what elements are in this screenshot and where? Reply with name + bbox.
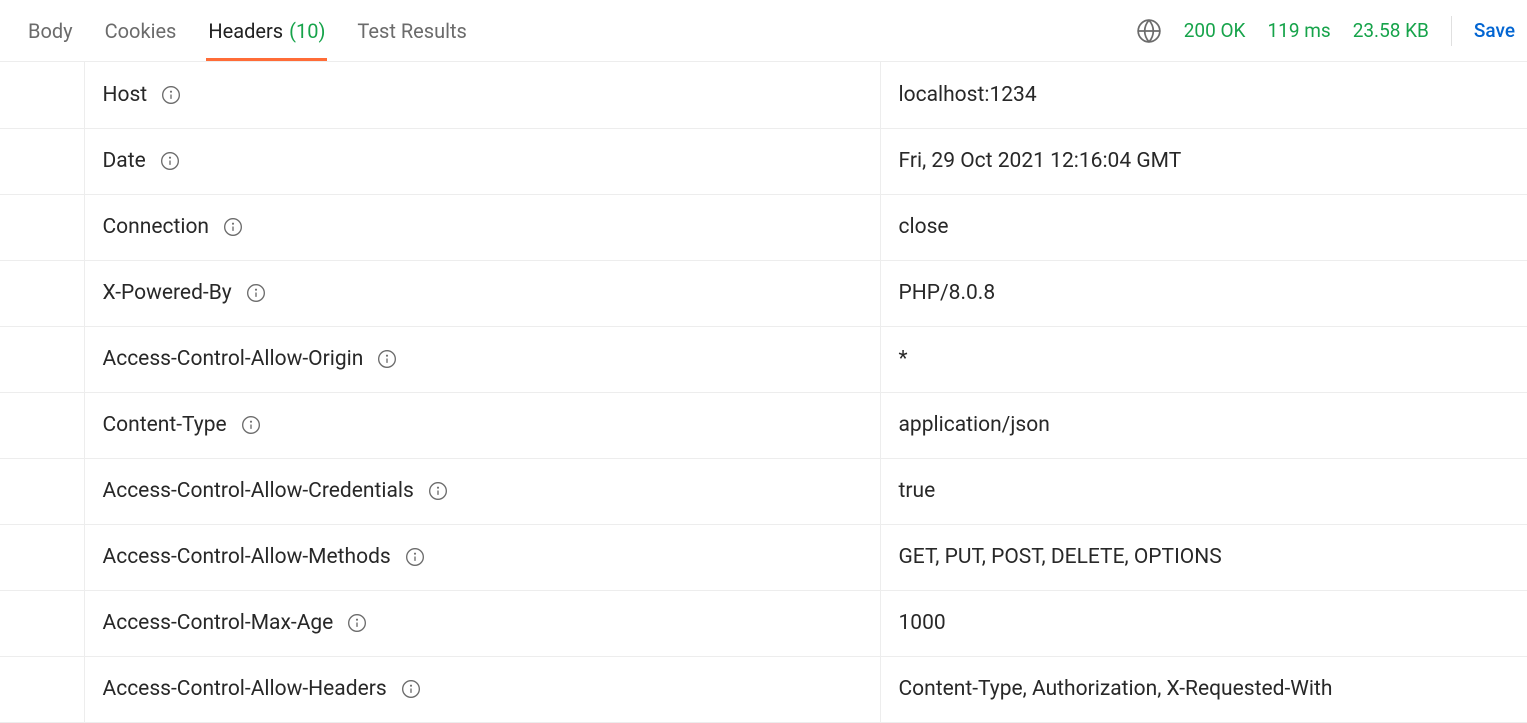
header-name-cell: Host bbox=[84, 62, 880, 128]
header-value: * bbox=[899, 347, 908, 371]
header-name: Access-Control-Allow-Methods bbox=[103, 545, 391, 569]
row-spacer bbox=[0, 458, 84, 524]
header-name-cell: Access-Control-Allow-Credentials bbox=[84, 458, 880, 524]
row-spacer bbox=[0, 590, 84, 656]
header-value-cell: localhost:1234 bbox=[880, 62, 1527, 128]
header-value-cell: Content-Type, Authorization, X-Requested… bbox=[880, 656, 1527, 722]
table-row: Access-Control-Allow-Methods GET, PUT, PO… bbox=[0, 524, 1527, 590]
row-spacer bbox=[0, 524, 84, 590]
header-name-cell: Access-Control-Allow-Headers bbox=[84, 656, 880, 722]
header-name-cell: Access-Control-Max-Age bbox=[84, 590, 880, 656]
table-row: Access-Control-Max-Age 1000 bbox=[0, 590, 1527, 656]
header-name: Content-Type bbox=[103, 413, 227, 437]
header-value-cell: 1000 bbox=[880, 590, 1527, 656]
row-spacer bbox=[0, 62, 84, 128]
row-spacer bbox=[0, 392, 84, 458]
header-name-cell: Access-Control-Allow-Origin bbox=[84, 326, 880, 392]
row-spacer bbox=[0, 128, 84, 194]
status-divider bbox=[1451, 16, 1452, 46]
header-value: PHP/8.0.8 bbox=[899, 281, 996, 305]
header-value: true bbox=[899, 479, 936, 503]
header-name: Access-Control-Allow-Headers bbox=[103, 677, 387, 701]
header-name: Host bbox=[103, 83, 148, 107]
info-icon[interactable] bbox=[160, 151, 180, 171]
tab-test-results[interactable]: Test Results bbox=[341, 0, 482, 61]
tab-headers-label: Headers bbox=[208, 19, 283, 43]
header-value-cell: close bbox=[880, 194, 1527, 260]
header-name-cell: X-Powered-By bbox=[84, 260, 880, 326]
info-icon[interactable] bbox=[161, 85, 181, 105]
header-name: Date bbox=[103, 149, 146, 173]
tab-headers-count: (10) bbox=[289, 19, 325, 43]
tab-test-results-label: Test Results bbox=[357, 19, 466, 43]
row-spacer bbox=[0, 194, 84, 260]
table-row: X-Powered-By PHP/8.0.8 bbox=[0, 260, 1527, 326]
save-response-button[interactable]: Save bbox=[1474, 19, 1515, 42]
table-row: Content-Type application/json bbox=[0, 392, 1527, 458]
header-value-cell: GET, PUT, POST, DELETE, OPTIONS bbox=[880, 524, 1527, 590]
table-row: Access-Control-Allow-Origin * bbox=[0, 326, 1527, 392]
tab-headers[interactable]: Headers (10) bbox=[192, 0, 341, 61]
header-name: Access-Control-Allow-Origin bbox=[103, 347, 364, 371]
header-value: close bbox=[899, 215, 949, 239]
header-value-cell: application/json bbox=[880, 392, 1527, 458]
table-row: Access-Control-Allow-Headers Content-Type… bbox=[0, 656, 1527, 722]
info-icon[interactable] bbox=[428, 481, 448, 501]
row-spacer bbox=[0, 656, 84, 722]
header-value-cell: PHP/8.0.8 bbox=[880, 260, 1527, 326]
header-name-cell: Content-Type bbox=[84, 392, 880, 458]
info-icon[interactable] bbox=[405, 547, 425, 567]
header-value-cell: * bbox=[880, 326, 1527, 392]
tab-body-label: Body bbox=[28, 19, 73, 43]
header-value: Fri, 29 Oct 2021 12:16:04 GMT bbox=[899, 149, 1182, 173]
info-icon[interactable] bbox=[223, 217, 243, 237]
header-value-cell: true bbox=[880, 458, 1527, 524]
info-icon[interactable] bbox=[347, 613, 367, 633]
tab-cookies[interactable]: Cookies bbox=[89, 0, 193, 61]
status-time: 119 ms bbox=[1267, 19, 1330, 42]
header-value: Content-Type, Authorization, X-Requested… bbox=[899, 677, 1333, 701]
status-size: 23.58 KB bbox=[1353, 19, 1429, 42]
header-name-cell: Date bbox=[84, 128, 880, 194]
info-icon[interactable] bbox=[377, 349, 397, 369]
header-name: Access-Control-Max-Age bbox=[103, 611, 334, 635]
response-tabs: Body Cookies Headers (10) Test Results bbox=[12, 0, 483, 61]
response-top-bar: Body Cookies Headers (10) Test Results 2… bbox=[0, 0, 1527, 62]
info-icon[interactable] bbox=[246, 283, 266, 303]
row-spacer bbox=[0, 326, 84, 392]
table-row: Date Fri, 29 Oct 2021 12:16:04 GMT bbox=[0, 128, 1527, 194]
status-code: 200 OK bbox=[1184, 19, 1246, 42]
response-status-area: 200 OK 119 ms 23.58 KB Save bbox=[1136, 16, 1515, 46]
info-icon[interactable] bbox=[401, 679, 421, 699]
header-name-cell: Access-Control-Allow-Methods bbox=[84, 524, 880, 590]
headers-table: Host localhost:1234 Date Fri, 29 Oct 2021 1… bbox=[0, 62, 1527, 723]
header-value: localhost:1234 bbox=[899, 83, 1037, 107]
table-row: Access-Control-Allow-Credentials true bbox=[0, 458, 1527, 524]
header-name: Access-Control-Allow-Credentials bbox=[103, 479, 414, 503]
row-spacer bbox=[0, 260, 84, 326]
header-name: Connection bbox=[103, 215, 210, 239]
header-name-cell: Connection bbox=[84, 194, 880, 260]
tab-cookies-label: Cookies bbox=[105, 19, 177, 43]
table-row: Connection close bbox=[0, 194, 1527, 260]
header-value: GET, PUT, POST, DELETE, OPTIONS bbox=[899, 545, 1222, 569]
header-value: 1000 bbox=[899, 611, 946, 635]
globe-icon[interactable] bbox=[1136, 18, 1162, 44]
info-icon[interactable] bbox=[241, 415, 261, 435]
header-name: X-Powered-By bbox=[103, 281, 232, 305]
header-value: application/json bbox=[899, 413, 1050, 437]
header-value-cell: Fri, 29 Oct 2021 12:16:04 GMT bbox=[880, 128, 1527, 194]
tab-body[interactable]: Body bbox=[12, 0, 89, 61]
table-row: Host localhost:1234 bbox=[0, 62, 1527, 128]
